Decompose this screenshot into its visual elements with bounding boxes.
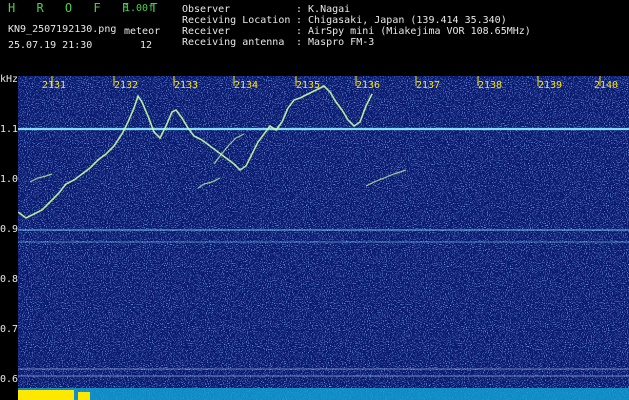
y-tick-0-6: 0.6 bbox=[0, 374, 19, 385]
x-tick-2132: 2132 bbox=[114, 80, 139, 91]
y-tick-0-8: 0.8 bbox=[0, 274, 19, 285]
y-tick-1-0: 1.0 bbox=[0, 174, 19, 185]
x-tick-2137: 2137 bbox=[416, 80, 441, 91]
x-tick-2134: 2134 bbox=[234, 80, 259, 91]
y-tick-1-1: 1.1 bbox=[0, 124, 19, 135]
x-tick-2136: 2136 bbox=[356, 80, 381, 91]
meteor-count: 12 bbox=[140, 40, 153, 51]
level-peak bbox=[78, 392, 90, 400]
x-tick-2131: 2131 bbox=[42, 80, 67, 91]
x-tick-2135: 2135 bbox=[296, 80, 321, 91]
antenna-label: Receiving antenna bbox=[182, 37, 285, 48]
y-tick-0-9: 0.9 bbox=[0, 224, 19, 235]
x-tick-2133: 2133 bbox=[174, 80, 199, 91]
date-time: 25.07.19 21:30 bbox=[8, 40, 93, 51]
spectrogram-image bbox=[18, 76, 629, 400]
x-tick-2140: 2140 bbox=[594, 80, 619, 91]
x-tick-2138: 2138 bbox=[478, 80, 503, 91]
meteor-label: meteor bbox=[124, 26, 161, 37]
y-tick-0-7: 0.7 bbox=[0, 324, 19, 335]
level-peak bbox=[18, 390, 74, 400]
antenna-value: : Maspro FM-3 bbox=[296, 37, 375, 48]
x-tick-2139: 2139 bbox=[538, 80, 563, 91]
header-panel: H R O F F T 1.00f KN9_2507192130.png met… bbox=[0, 0, 629, 74]
file-name: KN9_2507192130.png bbox=[8, 24, 117, 35]
level-bar bbox=[18, 388, 629, 400]
spectrogram-panel bbox=[18, 76, 629, 400]
y-axis-unit: kHz bbox=[0, 74, 19, 85]
app-version: 1.00f bbox=[124, 3, 155, 14]
